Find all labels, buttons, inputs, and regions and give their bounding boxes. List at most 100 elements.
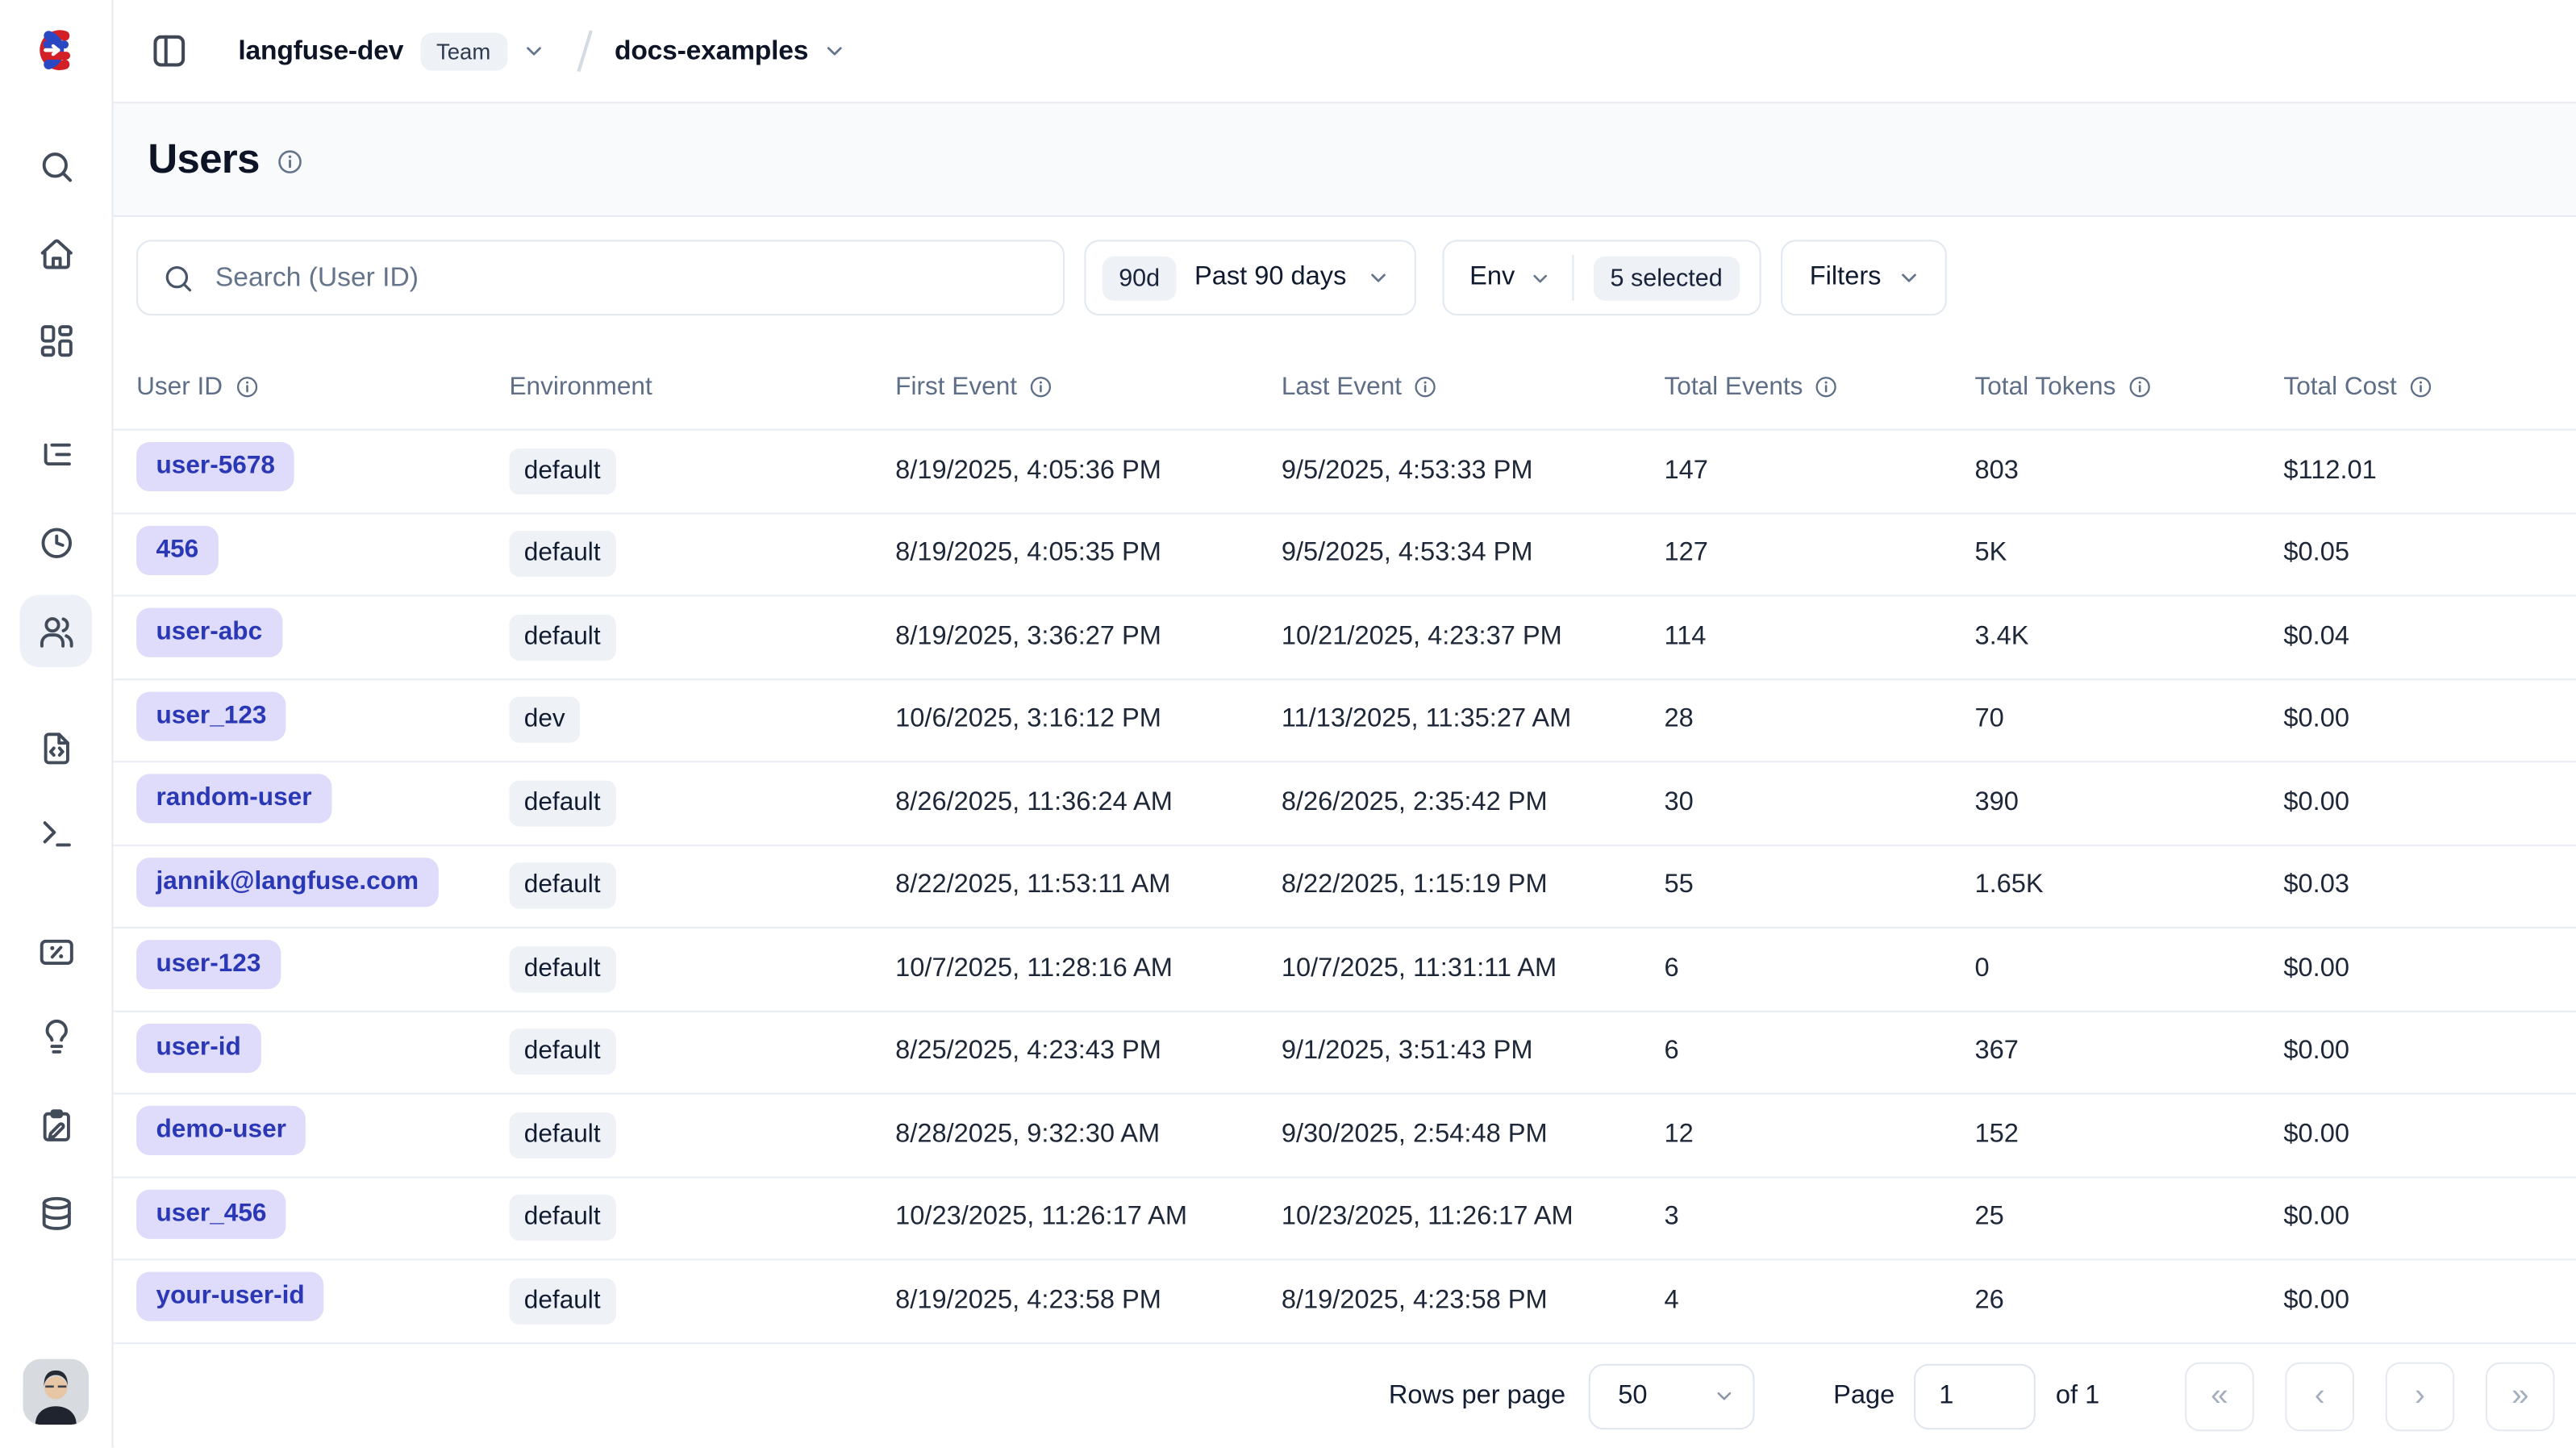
table-row[interactable]: user-5678 default 8/19/2025, 4:05:36 PM … xyxy=(114,431,2576,514)
rows-per-page-select[interactable]: 50 xyxy=(1589,1363,1755,1429)
first-event-cell: 8/19/2025, 4:23:58 PM xyxy=(895,1286,1282,1316)
user-id-badge[interactable]: user-123 xyxy=(136,941,281,990)
user-id-badge[interactable]: user_123 xyxy=(136,691,286,741)
chevron-left-icon: ‹ xyxy=(2315,1378,2325,1414)
table-body: user-5678 default 8/19/2025, 4:05:36 PM … xyxy=(114,431,2576,1344)
info-icon xyxy=(234,374,259,399)
env-filter-button[interactable]: Env 5 selected xyxy=(1442,240,1761,315)
first-event-cell: 8/19/2025, 4:05:36 PM xyxy=(895,457,1282,486)
search-input[interactable] xyxy=(212,261,1063,295)
previous-page-button[interactable]: ‹ xyxy=(2285,1362,2354,1431)
sidebar-item-annotation[interactable] xyxy=(19,1090,92,1162)
last-event-cell: 8/26/2025, 2:35:42 PM xyxy=(1282,788,1665,818)
users-icon xyxy=(37,612,75,650)
search-icon xyxy=(163,262,194,294)
total-events-cell: 4 xyxy=(1664,1286,1974,1316)
project-name[interactable]: docs-examples xyxy=(615,35,808,67)
total-events-cell: 12 xyxy=(1664,1120,1974,1150)
sidebar-item-home[interactable] xyxy=(19,217,92,290)
evaluation-percent-icon xyxy=(37,933,75,970)
last-event-cell: 10/23/2025, 11:26:17 AM xyxy=(1282,1204,1665,1233)
sidebar-item-datasets[interactable] xyxy=(19,1176,92,1249)
user-id-badge[interactable]: user_456 xyxy=(136,1189,286,1238)
user-id-badge[interactable]: random-user xyxy=(136,774,331,824)
double-chevron-left-icon: « xyxy=(2211,1378,2228,1414)
total-tokens-cell: 5K xyxy=(1974,540,2283,570)
info-icon xyxy=(1815,374,1840,399)
sidebar-item-search[interactable] xyxy=(19,130,92,202)
sidebar-item-users[interactable] xyxy=(19,595,92,667)
filters-button[interactable]: Filters xyxy=(1780,240,1947,315)
langfuse-logo[interactable] xyxy=(31,25,82,76)
page-info-icon[interactable] xyxy=(276,148,304,176)
user-id-badge[interactable]: user-id xyxy=(136,1024,261,1073)
total-tokens-cell: 367 xyxy=(1974,1037,2283,1067)
env-selected-badge: 5 selected xyxy=(1594,256,1739,300)
page-number-input[interactable] xyxy=(1915,1363,2036,1429)
user-id-badge[interactable]: 456 xyxy=(136,525,219,574)
search-box[interactable] xyxy=(136,240,1065,315)
table-row[interactable]: random-user default 8/26/2025, 11:36:24 … xyxy=(114,762,2576,845)
sidebar-item-dashboards[interactable] xyxy=(19,304,92,377)
content: 90d Past 90 days Env 5 selected Filters xyxy=(114,217,2576,1448)
rows-per-page-value: 50 xyxy=(1618,1381,1647,1411)
table-row[interactable]: user-123 default 10/7/2025, 11:28:16 AM … xyxy=(114,928,2576,1012)
first-event-cell: 8/25/2025, 4:23:43 PM xyxy=(895,1037,1282,1067)
user-id-badge[interactable]: user-5678 xyxy=(136,442,294,491)
user-id-badge[interactable]: demo-user xyxy=(136,1106,306,1155)
table-row[interactable]: user-abc default 8/19/2025, 3:36:27 PM 1… xyxy=(114,596,2576,679)
table-row[interactable]: user_456 default 10/23/2025, 11:26:17 AM… xyxy=(114,1178,2576,1261)
info-icon xyxy=(276,148,304,176)
user-avatar[interactable] xyxy=(23,1359,89,1425)
page-label: Page xyxy=(1833,1381,1894,1411)
first-event-cell: 8/19/2025, 3:36:27 PM xyxy=(895,623,1282,653)
project-switcher-button[interactable] xyxy=(822,38,848,65)
table-row[interactable]: demo-user default 8/28/2025, 9:32:30 AM … xyxy=(114,1095,2576,1178)
app-window: langfuse-dev Team docs-examples Users xyxy=(0,0,2576,1448)
column-header-total-tokens[interactable]: Total Tokens xyxy=(1974,372,2283,402)
page-title: Users xyxy=(148,136,260,183)
column-header-user-id[interactable]: User ID xyxy=(136,372,509,402)
user-id-badge[interactable]: user-abc xyxy=(136,608,282,657)
environment-badge: default xyxy=(509,531,615,577)
total-cost-cell: $0.00 xyxy=(2283,1120,2576,1150)
user-id-badge[interactable]: jannik@langfuse.com xyxy=(136,858,438,907)
sidebar-item-playground[interactable] xyxy=(19,797,92,870)
column-header-first-event[interactable]: First Event xyxy=(895,372,1282,402)
sidebar-item-evaluation[interactable] xyxy=(19,916,92,988)
column-header-last-event[interactable]: Last Event xyxy=(1282,372,1665,402)
sidebar-item-sessions[interactable] xyxy=(19,506,92,578)
total-cost-cell: $0.00 xyxy=(2283,705,2576,735)
sidebar-item-lightbulb[interactable] xyxy=(19,1001,92,1074)
total-events-cell: 127 xyxy=(1664,540,1974,570)
total-events-cell: 55 xyxy=(1664,871,1974,901)
last-event-cell: 9/1/2025, 3:51:43 PM xyxy=(1282,1037,1665,1067)
table-row[interactable]: your-user-id default 8/19/2025, 4:23:58 … xyxy=(114,1260,2576,1343)
last-page-button[interactable]: » xyxy=(2486,1362,2555,1431)
org-switcher-button[interactable] xyxy=(520,38,547,65)
first-event-cell: 8/26/2025, 11:36:24 AM xyxy=(895,788,1282,818)
environment-badge: default xyxy=(509,1278,615,1324)
sidebar-item-prompts[interactable] xyxy=(19,711,92,784)
last-event-cell: 10/7/2025, 11:31:11 AM xyxy=(1282,954,1665,984)
sidebar-item-tracing[interactable] xyxy=(19,420,92,493)
panel-left-icon xyxy=(149,31,189,71)
sidebar-toggle-button[interactable] xyxy=(149,31,189,71)
table-row[interactable]: user-id default 8/25/2025, 4:23:43 PM 9/… xyxy=(114,1012,2576,1095)
first-page-button[interactable]: « xyxy=(2185,1362,2254,1431)
date-range-button[interactable]: 90d Past 90 days xyxy=(1084,240,1415,315)
search-icon xyxy=(37,147,75,185)
table-row[interactable]: user_123 dev 10/6/2025, 3:16:12 PM 11/13… xyxy=(114,679,2576,762)
column-header-total-cost[interactable]: Total Cost xyxy=(2283,372,2576,402)
table-row[interactable]: 456 default 8/19/2025, 4:05:35 PM 9/5/20… xyxy=(114,514,2576,597)
column-header-total-events[interactable]: Total Events xyxy=(1664,372,1974,402)
prompts-file-code-icon xyxy=(37,728,75,766)
total-tokens-cell: 803 xyxy=(1974,457,2283,486)
next-page-button[interactable]: › xyxy=(2386,1362,2455,1431)
org-name[interactable]: langfuse-dev xyxy=(238,35,403,67)
table-row[interactable]: jannik@langfuse.com default 8/22/2025, 1… xyxy=(114,845,2576,928)
column-header-environment[interactable]: Environment xyxy=(509,372,895,402)
org-plan-badge: Team xyxy=(420,32,507,70)
playground-terminal-icon xyxy=(37,814,75,852)
user-id-badge[interactable]: your-user-id xyxy=(136,1272,324,1321)
